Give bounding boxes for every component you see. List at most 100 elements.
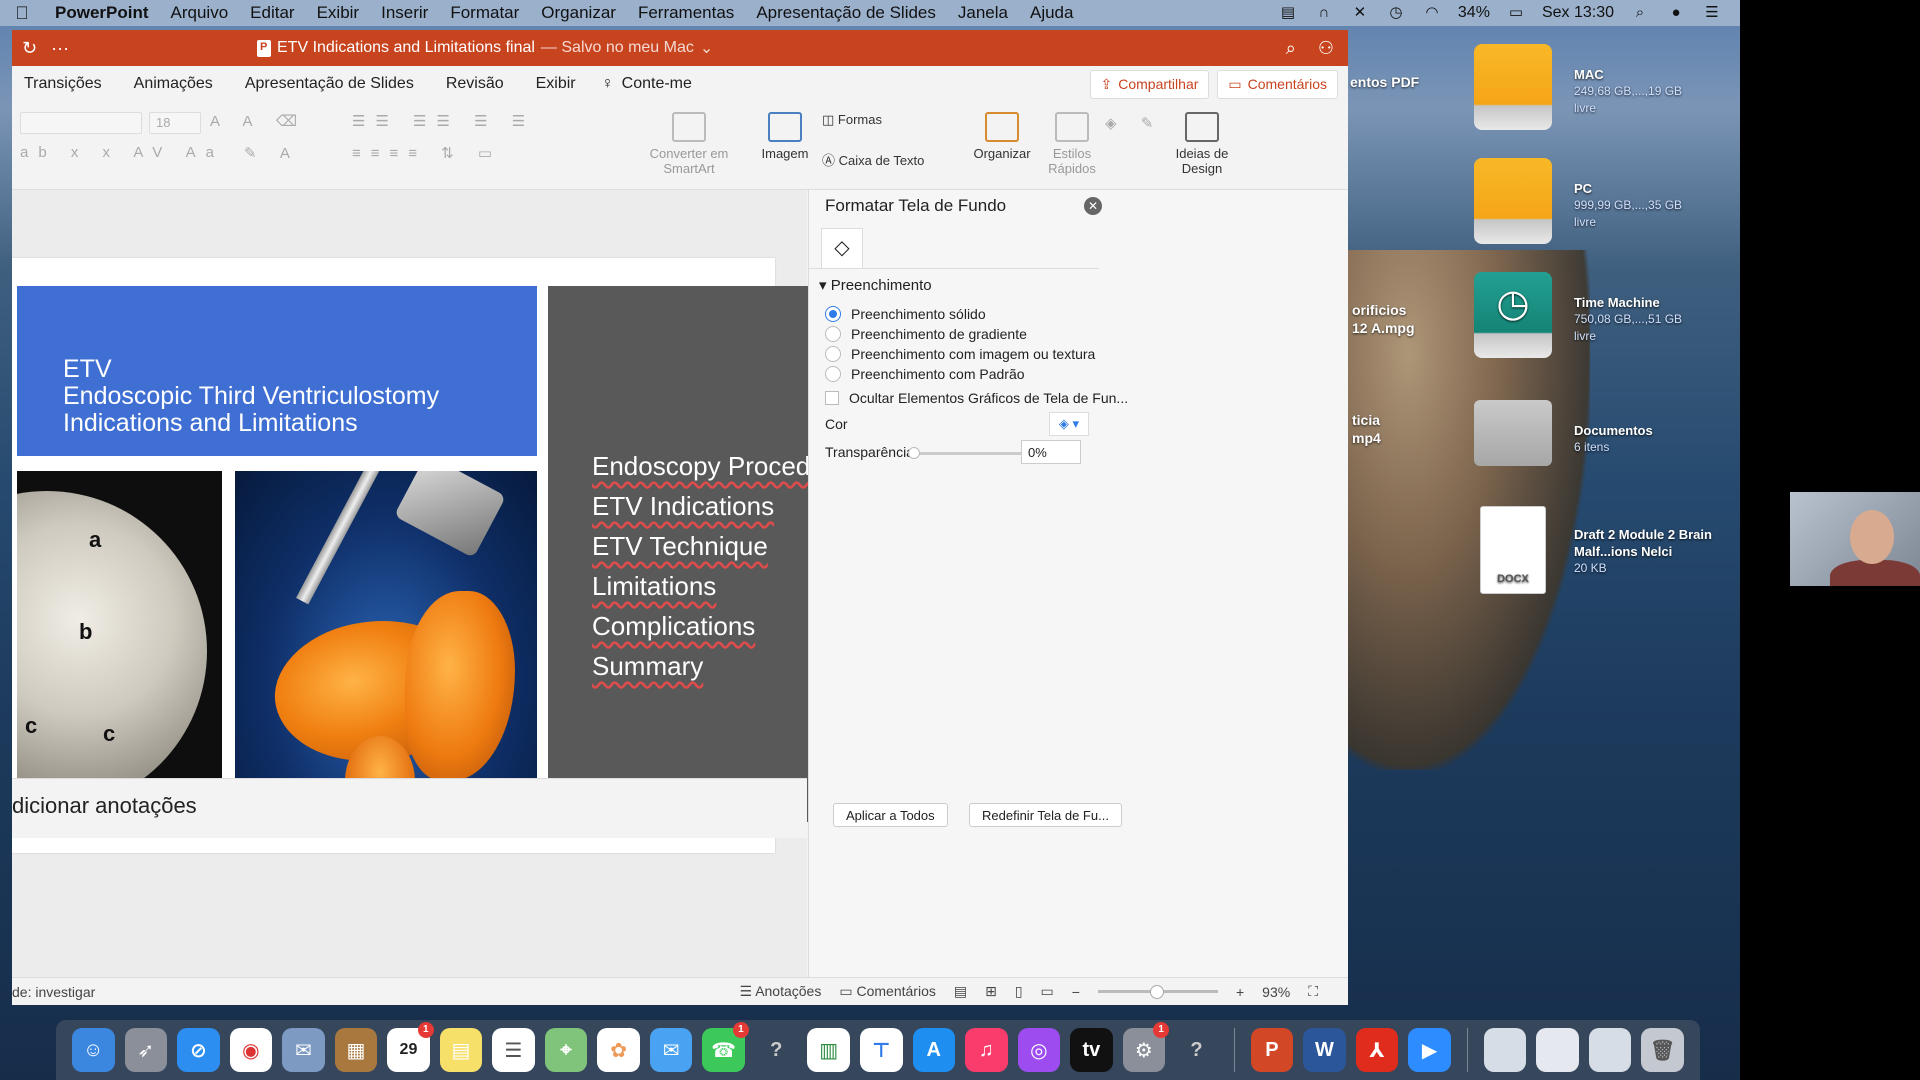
close-icon[interactable]: ✕ (1084, 197, 1102, 215)
reset-background-button[interactable]: Redefinir Tela de Fu... (969, 803, 1122, 827)
font-size-select[interactable]: 18 (149, 112, 201, 134)
zoom-in-icon[interactable]: + (1236, 984, 1244, 1000)
zoom-out-icon[interactable]: − (1072, 984, 1080, 1000)
textbox-button[interactable]: Ⓐ Caixa de Texto (822, 150, 952, 169)
desktop-label-mp4[interactable]: mp4 (1352, 430, 1381, 446)
battery-icon[interactable]: ▭ (1506, 5, 1526, 21)
tab-apresentacao[interactable]: Apresentação de Slides (229, 75, 430, 93)
redo-icon[interactable]: ↻ (22, 38, 37, 59)
menu-ajuda[interactable]: Ajuda (1019, 3, 1084, 23)
powerpoint-icon[interactable]: P (1250, 1028, 1294, 1072)
photos-icon[interactable]: ✿ (597, 1028, 640, 1072)
tab-revisao[interactable]: Revisão (430, 75, 520, 93)
color-picker-button[interactable]: ◈ ▾ (1049, 412, 1089, 436)
option-pattern-fill[interactable]: Preenchimento com Padrão (825, 366, 1025, 382)
hide-background-graphics[interactable]: Ocultar Elementos Gráficos de Tela de Fu… (825, 390, 1128, 406)
zoom-level[interactable]: 93% (1262, 984, 1290, 1000)
menu-exibir[interactable]: Exibir (306, 3, 371, 23)
desktop-label-orificios[interactable]: orificios (1352, 302, 1406, 318)
share-people-icon[interactable]: ⚇ (1318, 38, 1334, 59)
notes-toggle[interactable]: ☰ Anotações (740, 983, 822, 1000)
highlight-color-icons[interactable]: ✎ A (244, 144, 300, 162)
menu-janela[interactable]: Janela (947, 3, 1019, 23)
notification-center-icon[interactable]: ☰ (1702, 5, 1722, 21)
menu-arquivo[interactable]: Arquivo (160, 3, 240, 23)
tools-icon[interactable]: ✕ (1350, 5, 1370, 21)
zoom-slider[interactable] (1097, 985, 1218, 999)
menu-organizar[interactable]: Organizar (530, 3, 627, 23)
unknown-app-icon[interactable]: ? (755, 1028, 798, 1072)
tab-transicoes[interactable]: Transições (12, 75, 118, 93)
fill-bucket-icon[interactable]: ◇ (821, 228, 863, 268)
radio-button[interactable] (825, 326, 841, 342)
radio-button[interactable] (825, 366, 841, 382)
document-title[interactable]: ETV Indications and Limitations final — … (257, 38, 713, 58)
acrobat-icon[interactable]: ⅄ (1355, 1028, 1399, 1072)
option-gradient-fill[interactable]: Preenchimento de gradiente (825, 326, 1027, 342)
maps-icon[interactable]: ⌖ (544, 1028, 588, 1072)
slideshow-icon[interactable]: ▭ (1041, 983, 1054, 1000)
spotlight-search-icon[interactable]: ⌕ (1630, 5, 1650, 21)
app-store-icon[interactable]: A (912, 1028, 956, 1072)
font-grow-shrink-icons[interactable]: A A ⌫ (210, 112, 307, 130)
radio-button[interactable] (825, 306, 841, 322)
finder-icon[interactable]: ☺ (72, 1028, 115, 1072)
word-icon[interactable]: W (1303, 1028, 1346, 1072)
menu-inserir[interactable]: Inserir (370, 3, 439, 23)
time-machine-icon[interactable]: ◷ (1386, 5, 1406, 21)
ventricle-illustration[interactable] (235, 471, 537, 823)
slider-knob[interactable] (908, 447, 920, 459)
font-name-select[interactable] (20, 112, 142, 134)
tell-me[interactable]: ♀ Conte-me (592, 75, 702, 93)
reading-view-icon[interactable]: ▯ (1015, 983, 1023, 1000)
apple-tv-icon[interactable]: tv (1070, 1028, 1113, 1072)
music-icon[interactable]: ♫ (965, 1028, 1008, 1072)
image-button[interactable]: Imagem (755, 112, 815, 161)
design-ideas-button[interactable]: Ideias de Design (1162, 112, 1242, 176)
list-icons[interactable]: ☰☰ ☰☰ ☰ ☰ (352, 112, 535, 130)
menu-ferramentas[interactable]: Ferramentas (627, 3, 745, 23)
menu-apresentacao[interactable]: Apresentação de Slides (745, 3, 947, 23)
notes-app-icon[interactable]: ▤ (439, 1028, 483, 1072)
numbers-icon[interactable]: ▥ (807, 1028, 850, 1072)
radio-button[interactable] (825, 346, 841, 362)
tab-exibir[interactable]: Exibir (520, 75, 592, 93)
menu-clock[interactable]: Sex 13:30 (1542, 4, 1614, 22)
slide-sorter-icon[interactable]: ⊞ (985, 983, 997, 1000)
fit-slide-icon[interactable]: ⛶ (1308, 983, 1318, 1000)
launchpad-icon[interactable]: ➶ (124, 1028, 168, 1072)
title-banner[interactable]: ETV Endoscopic Third Ventriculostomy Ind… (17, 286, 537, 456)
normal-view-icon[interactable]: ▤ (954, 983, 967, 1000)
desktop-label-ticia[interactable]: ticia (1352, 412, 1380, 428)
more-icon[interactable]: ··· (51, 38, 69, 59)
downloads-stack-icon[interactable] (1483, 1028, 1527, 1072)
system-preferences-icon[interactable]: ⚙ (1122, 1022, 1169, 1072)
align-icons[interactable]: ≡≡≡≡ ⇅ ▭ (352, 144, 502, 162)
desktop-label-mpg[interactable]: 12 A.mpg (1352, 320, 1415, 336)
quick-styles-button[interactable]: Estilos Rápidos (1037, 112, 1107, 176)
calendar-icon[interactable]: 29 (387, 1022, 434, 1072)
notebook-icon[interactable]: ▦ (334, 1028, 378, 1072)
wd-drive-icon[interactable]: ▤ (1278, 5, 1298, 21)
chevron-down-icon[interactable]: ⌄ (700, 38, 713, 58)
comments-toggle[interactable]: ▭ Comentários (839, 983, 936, 1000)
arrange-button[interactable]: Organizar (967, 112, 1037, 161)
slide-canvas[interactable]: ETV Endoscopic Third Ventriculostomy Ind… (12, 190, 925, 1005)
podcasts-icon[interactable]: ◎ (1017, 1028, 1061, 1072)
documents-stack-icon[interactable] (1536, 1028, 1579, 1072)
share-button[interactable]: ⇪ Compartilhar (1089, 69, 1210, 99)
option-picture-fill[interactable]: Preenchimento com imagem ou textura (825, 346, 1095, 362)
wifi-icon[interactable]: ◠ (1422, 5, 1442, 21)
option-solid-fill[interactable]: Preenchimento sólido (825, 306, 986, 322)
zoom-app-icon[interactable]: ▶ (1408, 1028, 1451, 1072)
checkbox[interactable] (825, 391, 839, 405)
apply-all-button[interactable]: Aplicar a Todos (833, 803, 948, 827)
transparency-input[interactable]: 0% (1021, 440, 1081, 464)
search-icon[interactable]: ⌕ (1286, 38, 1296, 59)
shapes-button[interactable]: ◫ Formas (822, 112, 912, 128)
endoscopy-photo[interactable]: a b c c (17, 471, 222, 823)
fill-outline-icons[interactable]: ◈ ✎ (1105, 114, 1163, 132)
convert-smartart-button[interactable]: Converter em SmartArt (644, 112, 734, 176)
menu-editar[interactable]: Editar (239, 3, 305, 23)
font-format-icons[interactable]: ab x x AV Aa (20, 144, 224, 161)
